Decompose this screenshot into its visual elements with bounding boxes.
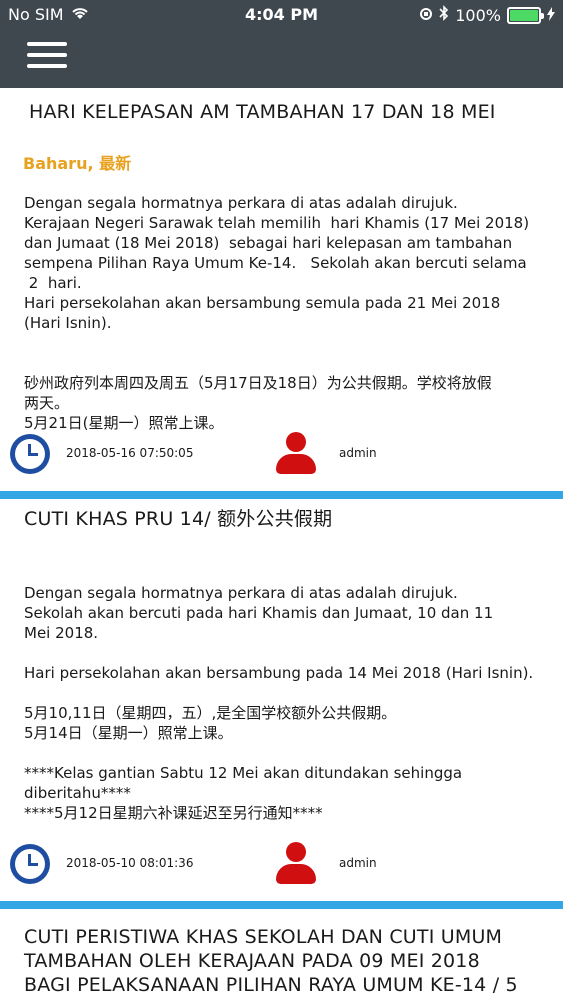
post-author: admin: [339, 446, 377, 460]
app-header: No SIM 4:04 PM 100%: [0, 0, 563, 88]
orientation-lock-icon: [419, 6, 433, 25]
user-icon: [276, 842, 316, 886]
bluetooth-icon: [439, 5, 449, 25]
post-title[interactable]: CUTI KHAS PRU 14/ 额外公共假期: [24, 504, 332, 531]
battery-percent: 100%: [455, 5, 501, 25]
post-title[interactable]: HARI KELEPASAN AM TAMBAHAN 17 DAN 18 MEI: [29, 101, 496, 123]
user-icon: [276, 432, 316, 476]
post-body: Dengan segala hormatnya perkara di atas …: [24, 584, 534, 822]
post-meta: 2018-05-16 07:50:05 admin: [0, 432, 563, 476]
battery-icon: [507, 6, 544, 24]
post-date: 2018-05-10 08:01:36: [66, 856, 194, 870]
menu-line-icon: [27, 42, 67, 46]
menu-line-icon: [27, 53, 67, 57]
post-body: Dengan segala hormatnya perkara di atas …: [24, 194, 530, 432]
menu-line-icon: [27, 64, 67, 68]
clock-icon: [10, 844, 50, 884]
post-title[interactable]: CUTI PERISTIWA KHAS SEKOLAH DAN CUTI UMU…: [24, 925, 518, 997]
post-author: admin: [339, 856, 377, 870]
post-meta: 2018-05-10 08:01:36 admin: [0, 842, 563, 886]
post-divider: [0, 901, 563, 909]
post-date: 2018-05-16 07:50:05: [66, 446, 194, 460]
post-divider: [0, 491, 563, 499]
post-tag: Baharu, 最新: [23, 154, 132, 173]
hamburger-menu-button[interactable]: [27, 40, 67, 70]
status-bar: No SIM 4:04 PM 100%: [0, 0, 563, 30]
charging-icon: [547, 6, 555, 25]
clock-icon: [10, 434, 50, 474]
